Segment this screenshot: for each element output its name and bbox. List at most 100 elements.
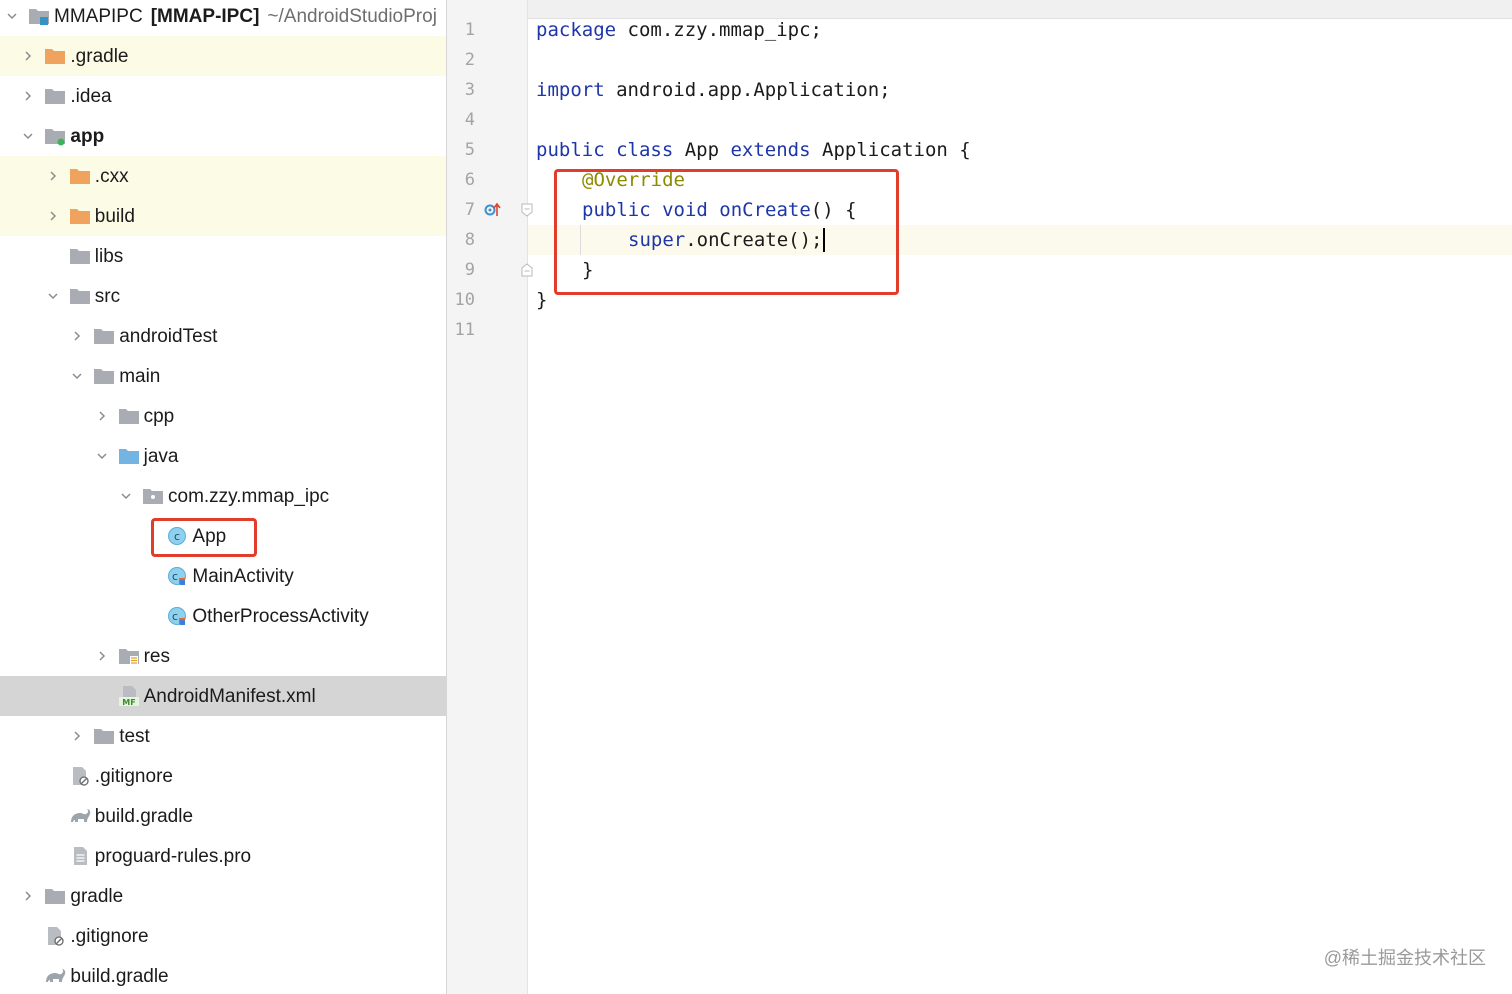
override-method-icon[interactable]: [484, 201, 502, 219]
tree-item-label: MainActivity: [192, 565, 294, 587]
folder-orange-icon: [69, 206, 91, 226]
line-number[interactable]: 11: [447, 315, 475, 345]
tree-item-cxx[interactable]: .cxx: [0, 156, 446, 196]
chevron-down-icon[interactable]: [69, 368, 85, 384]
tree-item-label: .cxx: [94, 165, 129, 187]
project-module: [MMAP-IPC]: [150, 5, 260, 27]
tree-item-otherprocessactivity[interactable]: c OtherProcessActivity: [0, 596, 446, 636]
line-number[interactable]: 4: [447, 105, 475, 135]
tree-item-gradle[interactable]: gradle: [0, 876, 446, 916]
folder-gray-icon: [93, 366, 115, 386]
tree-item-res[interactable]: res: [0, 636, 446, 676]
tree-item-label: res: [143, 645, 170, 667]
chevron-right-icon[interactable]: [94, 408, 110, 424]
line-number[interactable]: 5: [447, 135, 475, 165]
line-number[interactable]: 2: [447, 45, 475, 75]
tree-item-label: app: [70, 125, 105, 147]
line-number[interactable]: 3: [447, 75, 475, 105]
tree-item-label: main: [119, 365, 161, 387]
tree-item-build-gradle[interactable]: build.gradle: [0, 796, 446, 836]
chevron-right-icon[interactable]: [69, 728, 85, 744]
gitignore-file-icon: [69, 766, 91, 786]
gitignore-file-icon: [44, 926, 66, 946]
tree-item-label: com.zzy.mmap_ipc: [168, 485, 330, 507]
tree-item-label: .gitignore: [70, 925, 149, 947]
watermark: @稀土掘金技术社区: [1323, 948, 1486, 968]
tree-item-src[interactable]: src: [0, 276, 446, 316]
res-folder-icon: [118, 646, 140, 666]
tree-item-build[interactable]: build: [0, 196, 446, 236]
tree-item-label: .gradle: [70, 45, 129, 67]
tree-item-gitignore[interactable]: .gitignore: [0, 756, 446, 796]
folder-gray-icon: [69, 286, 91, 306]
chevron-down-icon[interactable]: [4, 8, 20, 24]
chevron-down-icon[interactable]: [118, 488, 134, 504]
tree-item-proguard-rules-pro[interactable]: proguard-rules.pro: [0, 836, 446, 876]
tree-item-com-zzy-mmap-ipc[interactable]: com.zzy.mmap_ipc: [0, 476, 446, 516]
code-line-10[interactable]: }: [536, 285, 547, 315]
chevron-right-icon[interactable]: [45, 168, 61, 184]
chevron-right-icon[interactable]: [20, 888, 36, 904]
tree-item-libs[interactable]: libs: [0, 236, 446, 276]
svg-text:MF: MF: [122, 698, 135, 707]
chevron-right-icon[interactable]: [20, 88, 36, 104]
line-number[interactable]: 6: [447, 165, 475, 195]
text-file-icon: [69, 846, 91, 866]
line-number[interactable]: 8: [447, 225, 475, 255]
tree-item-label: AndroidManifest.xml: [143, 685, 316, 707]
line-number[interactable]: 10: [447, 285, 475, 315]
folder-orange-icon: [44, 46, 66, 66]
tree-item-build-gradle[interactable]: build.gradle: [0, 956, 446, 994]
tree-item-cpp[interactable]: cpp: [0, 396, 446, 436]
line-number[interactable]: 1: [447, 15, 475, 45]
tree-item-gitignore[interactable]: .gitignore: [0, 916, 446, 956]
project-root-row[interactable]: MMAPIPC [MMAP-IPC] ~/AndroidStudioProj: [0, 0, 446, 36]
module-folder-icon: [44, 126, 66, 146]
tree-item-label: androidTest: [119, 325, 218, 347]
project-path: ~/AndroidStudioProj: [267, 5, 437, 27]
gutter-divider: [527, 0, 528, 994]
line-number[interactable]: 9: [447, 255, 475, 285]
chevron-right-icon[interactable]: [94, 648, 110, 664]
folder-gray-icon: [44, 886, 66, 906]
tree-item-androidmanifest-xml[interactable]: MF AndroidManifest.xml: [0, 676, 446, 716]
chevron-right-icon[interactable]: [20, 48, 36, 64]
tree-item-androidtest[interactable]: androidTest: [0, 316, 446, 356]
tree-item-label: build.gradle: [94, 805, 194, 827]
code-line-1[interactable]: package com.zzy.mmap_ipc;: [536, 15, 822, 45]
tree-item-test[interactable]: test: [0, 716, 446, 756]
chevron-right-icon[interactable]: [69, 328, 85, 344]
tree-item-gradle[interactable]: .gradle: [0, 36, 446, 76]
chevron-right-icon[interactable]: [45, 208, 61, 224]
tree-item-app[interactable]: app: [0, 116, 446, 156]
code-line-3[interactable]: import android.app.Application;: [536, 75, 891, 105]
project-folder-icon: [28, 6, 50, 26]
code-line-5[interactable]: public class App extends Application {: [536, 135, 971, 165]
chevron-down-icon[interactable]: [94, 448, 110, 464]
chevron-down-icon[interactable]: [20, 128, 36, 144]
project-tree-panel: MMAPIPC [MMAP-IPC] ~/AndroidStudioProj .…: [0, 0, 446, 994]
folder-gray-icon: [93, 726, 115, 746]
fold-end-icon[interactable]: [520, 263, 534, 277]
tree-item-label: cpp: [143, 405, 175, 427]
tree-item-label: .gitignore: [94, 765, 173, 787]
gradle-file-icon: [44, 966, 66, 986]
tree-item-main[interactable]: main: [0, 356, 446, 396]
app-highlight-box: [151, 518, 257, 557]
tree-item-java[interactable]: java: [0, 436, 446, 476]
chevron-down-icon[interactable]: [45, 288, 61, 304]
tree-item-mainactivity[interactable]: c MainActivity: [0, 556, 446, 596]
tree-item-label: gradle: [70, 885, 124, 907]
tree-item-idea[interactable]: .idea: [0, 76, 446, 116]
tree-item-label: .idea: [70, 85, 112, 107]
fold-start-icon[interactable]: [520, 203, 534, 217]
line-number[interactable]: 7: [447, 195, 475, 225]
